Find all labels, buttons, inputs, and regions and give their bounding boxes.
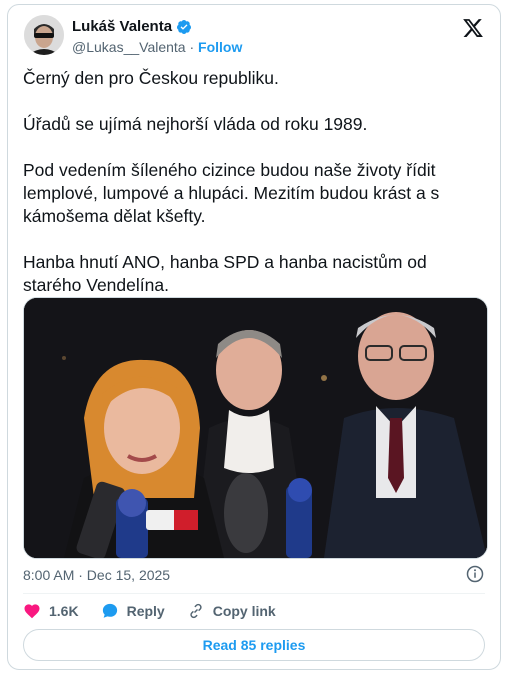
tweet-card: Lukáš Valenta @Lukas__Valenta · Follow Č… [7,4,501,670]
copy-link-button[interactable]: Copy link [187,602,276,620]
author-display-name[interactable]: Lukáš Valenta [72,18,172,35]
x-logo-icon[interactable] [462,17,484,39]
avatar-image [24,15,64,55]
tweet-paragraph: Hanba hnutí ANO, hanba SPD a hanba nacis… [23,252,427,295]
press-conference-photo [24,298,487,558]
copy-link-label: Copy link [212,603,276,619]
author-handle[interactable]: @Lukas__Valenta [72,39,186,55]
reply-button[interactable]: Reply [101,602,165,620]
speech-bubble-icon [102,603,117,618]
follow-button[interactable]: Follow [198,39,242,55]
like-count: 1.6K [49,603,79,619]
verified-badge-icon [177,19,192,34]
tweet-photo[interactable] [23,297,488,559]
action-bar: 1.6K Reply Copy link [23,602,276,620]
divider [23,593,485,594]
avatar[interactable] [24,15,64,55]
author-handle-row: @Lukas__Valenta · Follow [72,39,242,55]
tweet-paragraph: Černý den pro Českou republiku. [23,68,279,88]
heart-icon [24,604,40,619]
reply-label: Reply [126,603,165,619]
like-button[interactable]: 1.6K [23,602,79,620]
tweet-timestamp[interactable]: 8:00 AM · Dec 15, 2025 [23,567,170,583]
separator-dot: · [189,39,195,55]
tweet-text: Černý den pro Českou republiku. Úřadů se… [23,67,483,320]
tweet-paragraph: Pod vedením šíleného cizince budou naše … [23,160,440,226]
tweet-paragraph: Úřadů se ujímá nejhorší vláda od roku 19… [23,114,368,134]
author-name-row[interactable]: Lukáš Valenta [72,18,192,35]
link-icon [190,603,202,619]
info-icon[interactable] [466,565,484,583]
read-replies-button[interactable]: Read 85 replies [23,629,485,661]
